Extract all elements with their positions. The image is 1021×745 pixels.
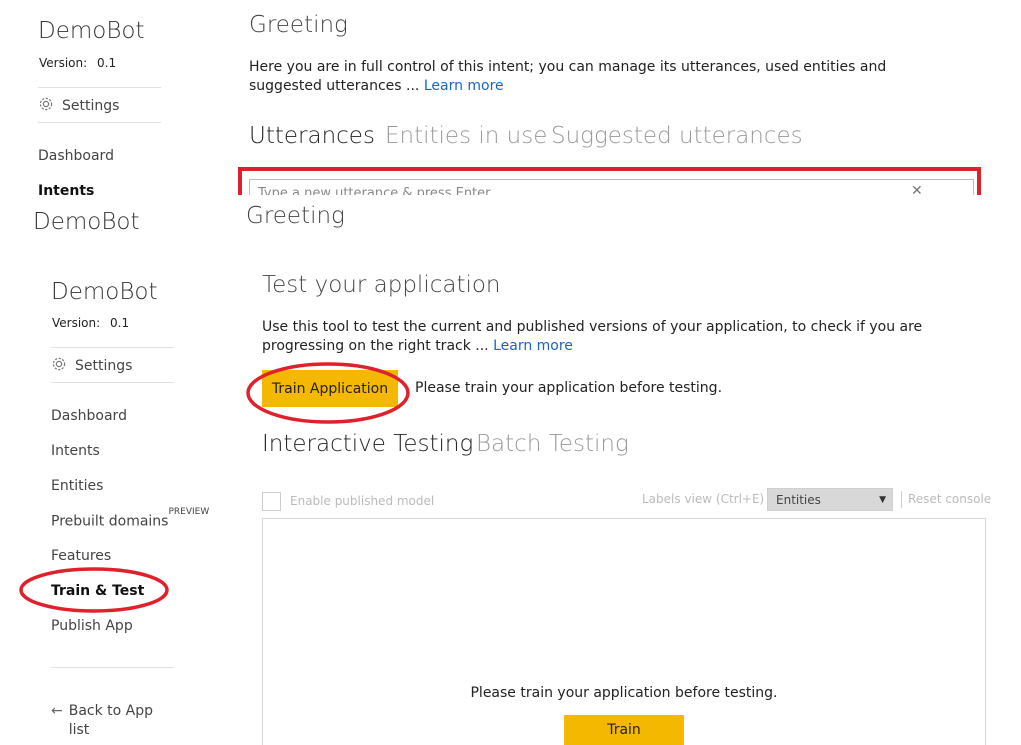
preview-badge: PREVIEW [168, 507, 210, 517]
entities-select[interactable]: Entities ▼ [767, 488, 893, 511]
tab-entities-in-use[interactable]: Entities in use [385, 123, 547, 149]
settings-label: Settings [62, 98, 120, 114]
section-description: Use this tool to test the current and pu… [262, 318, 997, 356]
sidebar-item-dashboard[interactable]: Dashboard [51, 408, 127, 424]
gear-icon [38, 96, 54, 116]
divider [38, 122, 161, 123]
back-label: Back to App list [68, 703, 154, 738]
sidebar-settings-link[interactable]: Settings [51, 356, 132, 376]
annotation-ellipse [19, 567, 169, 613]
tab-batch-testing[interactable]: Batch Testing [476, 431, 629, 457]
close-icon[interactable]: ✕ [911, 183, 923, 195]
description-text: Here you are in full control of this int… [249, 59, 887, 94]
sidebar-item-features[interactable]: Features [51, 548, 111, 564]
settings-link[interactable]: Settings [38, 96, 119, 116]
divider [51, 382, 174, 383]
train-note: Please train your application before tes… [415, 380, 723, 396]
sidebar-version: Version: 0.1 [52, 316, 129, 330]
settings-label: Settings [75, 358, 133, 374]
description-text: Use this tool to test the current and pu… [262, 319, 923, 354]
divider [38, 87, 161, 88]
entities-select-value: Entities [776, 492, 821, 507]
tab-suggested-utterances[interactable]: Suggested utterances [551, 123, 803, 149]
test-console[interactable] [262, 518, 986, 745]
app-version: Version: 0.1 [39, 56, 116, 70]
version-value: 0.1 [110, 316, 130, 330]
page-description: Here you are in full control of this int… [249, 58, 949, 96]
labels-view-toggle[interactable]: Labels view (Ctrl+E) [642, 492, 764, 506]
sidebar-item-intents[interactable]: Intents [51, 443, 100, 459]
arrow-left-icon: ← [51, 703, 63, 719]
divider [51, 347, 174, 348]
tab-utterances[interactable]: Utterances [249, 123, 375, 149]
train-button[interactable]: Train [564, 715, 684, 745]
enable-published-checkbox[interactable] [262, 492, 281, 511]
nav-dashboard[interactable]: Dashboard [38, 148, 114, 164]
version-label: Version: [52, 316, 101, 330]
tab-interactive-testing[interactable]: Interactive Testing [262, 431, 473, 457]
divider [901, 491, 902, 508]
sidebar-app-name: DemoBot [51, 279, 158, 305]
version-value: 0.1 [97, 56, 117, 70]
divider [51, 667, 174, 668]
learn-more-link[interactable]: Learn more [424, 78, 504, 94]
utterance-input[interactable]: Type a new utterance & press Enter [249, 179, 974, 195]
enable-published-label: Enable published model [290, 494, 435, 508]
console-message: Please train your application before tes… [470, 685, 778, 701]
learn-more-link[interactable]: Learn more [493, 338, 573, 354]
sidebar-item-entities[interactable]: Entities [51, 478, 103, 494]
reset-console-button[interactable]: Reset console [908, 492, 991, 506]
dropdown-arrow-icon: ▼ [879, 494, 886, 505]
annotation-ellipse [246, 362, 410, 424]
top-screenshot-panel: DemoBot Version: 0.1 Settings Dashboard … [0, 0, 1021, 195]
version-label: Version: [39, 56, 88, 70]
back-to-app-list-link[interactable]: ← Back to App list [51, 702, 171, 740]
sidebar-item-publish-app[interactable]: Publish App [51, 618, 133, 634]
app-name: DemoBot [33, 209, 140, 235]
page-title: Greeting [246, 203, 345, 229]
sidebar-item-prebuilt-domains[interactable]: Prebuilt domainsPREVIEW [51, 507, 209, 530]
utterance-input-placeholder: Type a new utterance & press Enter [258, 186, 491, 195]
page-title: Greeting [249, 12, 348, 38]
nav-intents[interactable]: Intents [38, 183, 94, 195]
section-title: Test your application [262, 272, 501, 298]
app-name: DemoBot [38, 18, 145, 44]
gear-icon [51, 356, 67, 376]
sidebar-item-label: Prebuilt domains [51, 513, 169, 530]
